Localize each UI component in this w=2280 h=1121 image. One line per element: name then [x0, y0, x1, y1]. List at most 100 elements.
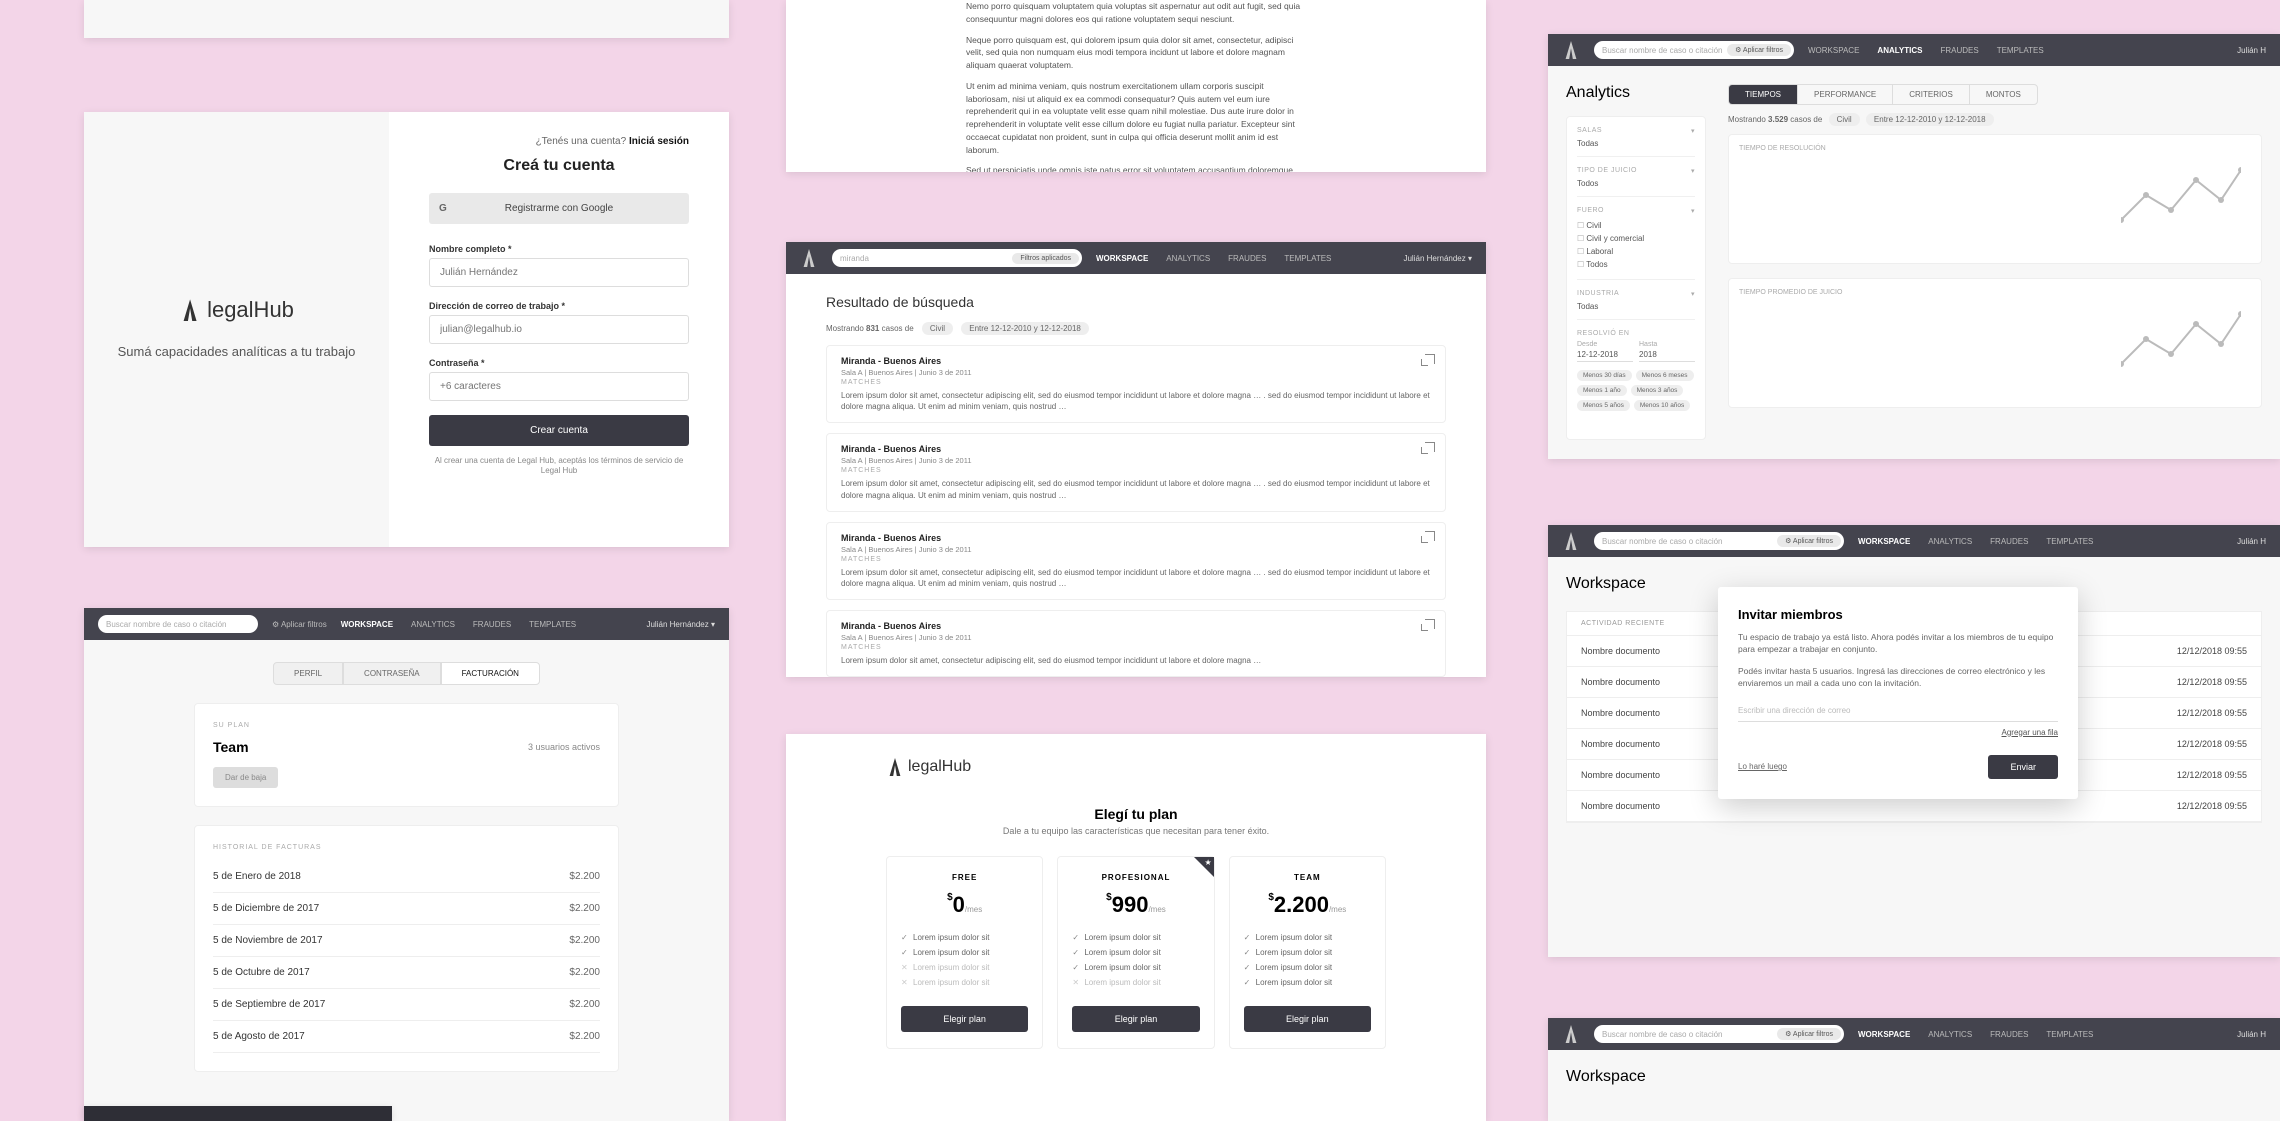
- time-chip[interactable]: Menos 30 días: [1577, 370, 1632, 381]
- search-input[interactable]: mirandaFiltros aplicados: [832, 249, 1082, 267]
- tab-tiempos[interactable]: TIEMPOS: [1729, 85, 1798, 104]
- nav-templates[interactable]: TEMPLATES: [1284, 254, 1331, 263]
- invoice-row[interactable]: 5 de Agosto de 2017$2.200: [213, 1021, 600, 1053]
- choose-plan-button[interactable]: Elegir plan: [901, 1006, 1028, 1032]
- history-label: HISTORIAL DE FACTURAS: [213, 844, 600, 851]
- nav-analytics[interactable]: ANALYTICS: [1877, 46, 1922, 55]
- filter-chip[interactable]: Entre 12-12-2010 y 12-12-2018: [961, 322, 1089, 335]
- create-account-button[interactable]: Crear cuenta: [429, 415, 689, 446]
- email-input[interactable]: Escribir una dirección de correo: [1738, 700, 2058, 722]
- nav-workspace[interactable]: WORKSPACE: [1858, 537, 1910, 546]
- external-link-icon[interactable]: [1425, 619, 1435, 629]
- user-menu[interactable]: Julián H: [2237, 537, 2266, 546]
- tab-criterios[interactable]: CRITERIOS: [1893, 85, 1970, 104]
- unsubscribe-button[interactable]: Dar de baja: [213, 767, 278, 788]
- search-input[interactable]: Buscar nombre de caso o citación⚙ Aplica…: [1594, 532, 1844, 550]
- user-menu[interactable]: Julián Hernández ▾: [646, 620, 715, 629]
- nav-fraudes[interactable]: FRAUDES: [1990, 537, 2028, 546]
- choose-plan-button[interactable]: Elegir plan: [1244, 1006, 1371, 1032]
- workspace-panel-2: Buscar nombre de caso o citación⚙ Aplica…: [1548, 1018, 2280, 1121]
- external-link-icon[interactable]: [1425, 442, 1435, 452]
- login-link[interactable]: Iniciá sesión: [629, 136, 689, 147]
- filter-chip[interactable]: Entre 12-12-2010 y 12-12-2018: [1866, 113, 1994, 126]
- tab-performance[interactable]: PERFORMANCE: [1798, 85, 1893, 104]
- nav-analytics[interactable]: ANALYTICS: [1928, 537, 1972, 546]
- tab-contrasena[interactable]: CONTRASEÑA: [343, 662, 441, 685]
- checkbox[interactable]: Laboral: [1577, 245, 1695, 258]
- chevron-down-icon[interactable]: ▾: [1691, 167, 1695, 175]
- nav-workspace[interactable]: WORKSPACE: [1808, 46, 1859, 55]
- plan-name: Team: [213, 739, 249, 755]
- chevron-down-icon[interactable]: ▾: [1691, 207, 1695, 215]
- name-input[interactable]: [429, 258, 689, 287]
- external-link-icon[interactable]: [1425, 354, 1435, 364]
- external-link-icon[interactable]: [1425, 531, 1435, 541]
- nav-analytics[interactable]: ANALYTICS: [1928, 1030, 1972, 1039]
- checkbox[interactable]: Civil y comercial: [1577, 232, 1695, 245]
- search-input[interactable]: Buscar nombre de caso o citación⚙ Aplica…: [1594, 1025, 1844, 1043]
- checkbox[interactable]: Todos: [1577, 258, 1695, 271]
- nav-workspace[interactable]: WORKSPACE: [341, 620, 393, 629]
- add-row-link[interactable]: Agregar una fila: [1738, 728, 2058, 737]
- search-input[interactable]: Buscar nombre de caso o citación⚙ Aplica…: [1594, 41, 1794, 59]
- logo-icon: [800, 249, 818, 267]
- result-card[interactable]: Miranda - Buenos AiresSala A | Buenos Ai…: [826, 522, 1446, 600]
- logo-icon: [1562, 1025, 1580, 1043]
- apply-filters-button[interactable]: ⚙ Aplicar filtros: [1727, 44, 1791, 56]
- filter-chip[interactable]: Civil: [922, 322, 953, 335]
- invoice-row[interactable]: 5 de Octubre de 2017$2.200: [213, 957, 600, 989]
- apply-filters-button[interactable]: ⚙ Aplicar filtros: [1777, 1028, 1841, 1040]
- choose-plan-button[interactable]: Elegir plan: [1072, 1006, 1199, 1032]
- date-from[interactable]: 12-12-2018: [1577, 348, 1633, 362]
- google-signup-button[interactable]: Registrarme con Google: [429, 193, 689, 224]
- analytics-meta: Mostrando 3.529 casos de Civil Entre 12-…: [1728, 115, 2262, 124]
- invite-modal: Invitar miembros Tu espacio de trabajo y…: [1718, 587, 2078, 799]
- apply-filters-button[interactable]: ⚙ Aplicar filtros: [1777, 535, 1841, 547]
- time-chip[interactable]: Menos 5 años: [1577, 400, 1630, 411]
- user-menu[interactable]: Julián H: [2237, 1030, 2266, 1039]
- nav-fraudes[interactable]: FRAUDES: [473, 620, 511, 629]
- top-strip: [84, 0, 729, 38]
- nav-analytics[interactable]: ANALYTICS: [1166, 254, 1210, 263]
- time-chip[interactable]: Menos 10 años: [1634, 400, 1690, 411]
- nav-fraudes[interactable]: FRAUDES: [1990, 1030, 2028, 1039]
- nav-workspace[interactable]: WORKSPACE: [1096, 254, 1148, 263]
- tab-perfil[interactable]: PERFIL: [273, 662, 343, 685]
- date-to[interactable]: 2018: [1639, 348, 1695, 362]
- result-card[interactable]: Miranda - Buenos AiresSala A | Buenos Ai…: [826, 610, 1446, 677]
- send-button[interactable]: Enviar: [1988, 755, 2058, 779]
- search-input[interactable]: Buscar nombre de caso o citación: [98, 615, 258, 633]
- tab-montos[interactable]: MONTOS: [1970, 85, 2037, 104]
- email-input[interactable]: [429, 315, 689, 344]
- user-menu[interactable]: Julián H: [2237, 46, 2266, 55]
- later-link[interactable]: Lo haré luego: [1738, 762, 1787, 771]
- nav-templates[interactable]: TEMPLATES: [529, 620, 576, 629]
- result-card[interactable]: Miranda - Buenos AiresSala A | Buenos Ai…: [826, 433, 1446, 511]
- apply-filters-button[interactable]: ⚙ Aplicar filtros: [272, 620, 327, 629]
- user-menu[interactable]: Julián Hernández ▾: [1403, 254, 1472, 263]
- checkbox[interactable]: Civil: [1577, 219, 1695, 232]
- nav-templates[interactable]: TEMPLATES: [1997, 46, 2044, 55]
- invoice-row[interactable]: 5 de Diciembre de 2017$2.200: [213, 893, 600, 925]
- time-chip[interactable]: Menos 1 año: [1577, 385, 1627, 396]
- nav-fraudes[interactable]: FRAUDES: [1940, 46, 1978, 55]
- chevron-down-icon[interactable]: ▾: [1691, 127, 1695, 135]
- active-users: 3 usuarios activos: [528, 742, 600, 752]
- invoice-row[interactable]: 5 de Enero de 2018$2.200: [213, 861, 600, 893]
- nav-analytics[interactable]: ANALYTICS: [411, 620, 455, 629]
- filters-applied-pill[interactable]: Filtros aplicados: [1012, 253, 1079, 264]
- tab-facturacion[interactable]: FACTURACIÓN: [441, 662, 540, 685]
- invoice-row[interactable]: 5 de Septiembre de 2017$2.200: [213, 989, 600, 1021]
- time-chip[interactable]: Menos 3 años: [1631, 385, 1684, 396]
- nav-workspace[interactable]: WORKSPACE: [1858, 1030, 1910, 1039]
- star-icon: [1194, 857, 1214, 877]
- chevron-down-icon[interactable]: ▾: [1691, 290, 1695, 298]
- result-card[interactable]: Miranda - Buenos AiresSala A | Buenos Ai…: [826, 345, 1446, 423]
- nav-fraudes[interactable]: FRAUDES: [1228, 254, 1266, 263]
- time-chip[interactable]: Menos 6 meses: [1636, 370, 1694, 381]
- filter-chip[interactable]: Civil: [1829, 113, 1860, 126]
- nav-templates[interactable]: TEMPLATES: [2046, 537, 2093, 546]
- invoice-row[interactable]: 5 de Noviembre de 2017$2.200: [213, 925, 600, 957]
- nav-templates[interactable]: TEMPLATES: [2046, 1030, 2093, 1039]
- password-input[interactable]: [429, 372, 689, 401]
